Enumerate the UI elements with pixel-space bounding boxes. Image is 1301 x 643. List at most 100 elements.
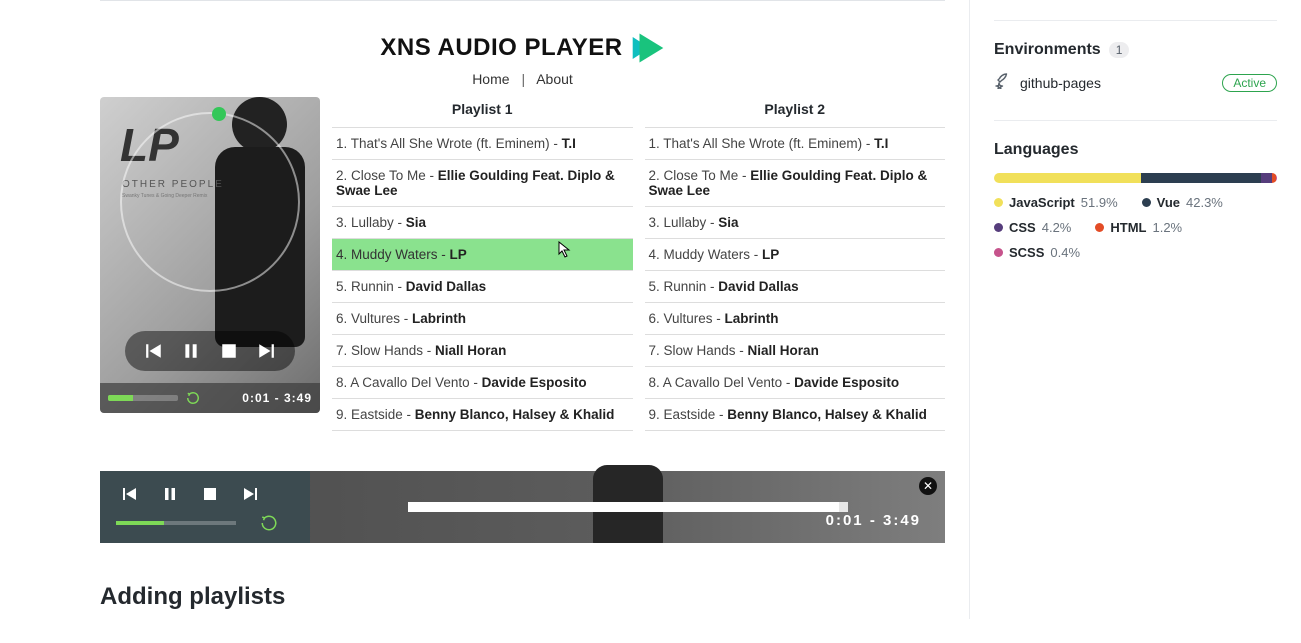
reload-icon[interactable] (186, 391, 200, 405)
environment-status-badge: Active (1222, 74, 1277, 92)
track-artist: Sia (718, 215, 738, 230)
languages-bar (994, 173, 1277, 183)
playlist-item[interactable]: 9. Eastside - Benny Blanco, Halsey & Kha… (332, 398, 633, 431)
language-item[interactable]: CSS4.2% (994, 220, 1071, 235)
bp-time: 0:01 - 3:49 (826, 512, 921, 529)
lang-percent: 0.4% (1050, 245, 1080, 260)
lang-percent: 51.9% (1081, 195, 1118, 210)
bp-reload-icon[interactable] (260, 514, 278, 532)
environment-name[interactable]: github-pages (1020, 75, 1101, 91)
bp-next-icon[interactable] (242, 486, 258, 502)
environments-section: Environments 1 github-pages Active (994, 41, 1277, 92)
demo-block: XNS AUDIO PLAYER Home | About (100, 17, 945, 619)
nav-sep: | (521, 71, 525, 87)
mini-progress[interactable] (108, 395, 178, 401)
bp-big-progress[interactable] (408, 502, 848, 512)
track-title: 2. Close To Me - (649, 168, 751, 183)
app-title: XNS AUDIO PLAYER (380, 33, 664, 63)
lang-dot-icon (994, 248, 1003, 257)
lang-dot-icon (994, 223, 1003, 232)
rocket-icon (994, 73, 1010, 92)
bp-mini-progress[interactable] (116, 521, 236, 525)
track-artist: Benny Blanco, Halsey & Khalid (415, 407, 615, 422)
track-title: 9. Eastside - (336, 407, 415, 422)
player-controls (125, 331, 295, 371)
track-artist: Davide Esposito (482, 375, 587, 390)
playlist-item[interactable]: 6. Vultures - Labrinth (332, 302, 633, 334)
lang-segment (1276, 173, 1277, 183)
bottom-player: ✕ 0:01 - 3:49 (100, 471, 945, 543)
lang-name: Vue (1157, 195, 1180, 210)
progress-ring[interactable] (120, 112, 300, 292)
track-artist: Niall Horan (748, 343, 819, 358)
playlist-item[interactable]: 3. Lullaby - Sia (645, 206, 946, 238)
languages-title: Languages (994, 141, 1277, 159)
environment-row[interactable]: github-pages Active (994, 73, 1277, 92)
playlist-1: Playlist 1 1. That's All She Wrote (ft. … (332, 97, 633, 431)
mini-time: 0:01 - 3:49 (242, 391, 312, 405)
playlist-item[interactable]: 7. Slow Hands - Niall Horan (645, 334, 946, 366)
playlist-2-title: Playlist 2 (645, 97, 946, 127)
playlist-item[interactable]: 5. Runnin - David Dallas (332, 270, 633, 302)
language-item[interactable]: JavaScript51.9% (994, 195, 1118, 210)
next-track-icon[interactable] (257, 342, 275, 360)
bp-stop-icon[interactable] (202, 486, 218, 502)
mini-bottom-strip: 0:01 - 3:49 (100, 383, 320, 413)
playlist-item[interactable]: 3. Lullaby - Sia (332, 206, 633, 238)
progress-ring-handle-icon[interactable] (212, 107, 226, 121)
track-title: 6. Vultures - (336, 311, 412, 326)
playlist-item[interactable]: 8. A Cavallo Del Vento - Davide Esposito (332, 366, 633, 398)
album-player: LP OTHER PEOPLE Swanky Tunes & Going Dee… (100, 97, 320, 413)
bottom-player-controls (100, 471, 310, 543)
track-title: 4. Muddy Waters - (336, 247, 450, 262)
playlist-item[interactable]: 1. That's All She Wrote (ft. Eminem) - T… (645, 127, 946, 159)
track-artist: T.I (562, 136, 576, 151)
bp-pause-icon[interactable] (162, 486, 178, 502)
playlist-item[interactable]: 6. Vultures - Labrinth (645, 302, 946, 334)
playlist-item[interactable]: 5. Runnin - David Dallas (645, 270, 946, 302)
track-title: 2. Close To Me - (336, 168, 438, 183)
lang-name: HTML (1110, 220, 1146, 235)
nav-about[interactable]: About (536, 71, 573, 87)
playlist-item[interactable]: 2. Close To Me - Ellie Goulding Feat. Di… (332, 159, 633, 206)
language-item[interactable]: SCSS0.4% (994, 245, 1080, 260)
bp-prev-icon[interactable] (122, 486, 138, 502)
languages-section: Languages JavaScript51.9% Vue 42.3% CSS4.2%… (994, 141, 1277, 260)
playlist-item[interactable]: 1. That's All She Wrote (ft. Eminem) - T… (332, 127, 633, 159)
lang-percent: 4.2% (1042, 220, 1072, 235)
playlist-item[interactable]: 4. Muddy Waters - LP (332, 238, 633, 270)
playlist-item[interactable]: 4. Muddy Waters - LP (645, 238, 946, 270)
lang-segment (994, 173, 1141, 183)
track-title: 8. A Cavallo Del Vento - (336, 375, 482, 390)
track-title: 7. Slow Hands - (336, 343, 435, 358)
track-title: 1. That's All She Wrote (ft. Eminem) - (336, 136, 562, 151)
lang-dot-icon (994, 198, 1003, 207)
nav-home[interactable]: Home (472, 71, 509, 87)
sidebar: Environments 1 github-pages Active Langu… (970, 0, 1301, 619)
language-item[interactable]: HTML 1.2% (1095, 220, 1182, 235)
stop-icon[interactable] (220, 342, 238, 360)
language-item[interactable]: Vue 42.3% (1142, 195, 1223, 210)
bp-close-icon[interactable]: ✕ (919, 477, 937, 495)
play-logo-icon (631, 33, 665, 63)
track-artist: David Dallas (406, 279, 486, 294)
environments-count: 1 (1109, 42, 1130, 58)
sidebar-sep-2 (994, 120, 1277, 121)
playlist-item[interactable]: 7. Slow Hands - Niall Horan (332, 334, 633, 366)
track-title: 9. Eastside - (649, 407, 728, 422)
prev-track-icon[interactable] (145, 342, 163, 360)
lang-percent: 42.3% (1186, 195, 1223, 210)
track-title: 1. That's All She Wrote (ft. Eminem) - (649, 136, 875, 151)
playlist-item[interactable]: 8. A Cavallo Del Vento - Davide Esposito (645, 366, 946, 398)
playlist-item[interactable]: 9. Eastside - Benny Blanco, Halsey & Kha… (645, 398, 946, 431)
section-heading-adding-playlists: Adding playlists (100, 583, 945, 619)
track-title: 3. Lullaby - (649, 215, 719, 230)
track-artist: Labrinth (725, 311, 779, 326)
nav-row: Home | About (100, 71, 945, 87)
playlist-item[interactable]: 2. Close To Me - Ellie Goulding Feat. Di… (645, 159, 946, 206)
environments-title-text: Environments (994, 41, 1101, 59)
track-artist: Davide Esposito (794, 375, 899, 390)
track-title: 3. Lullaby - (336, 215, 406, 230)
pause-icon[interactable] (182, 342, 200, 360)
lang-percent: 1.2% (1152, 220, 1182, 235)
